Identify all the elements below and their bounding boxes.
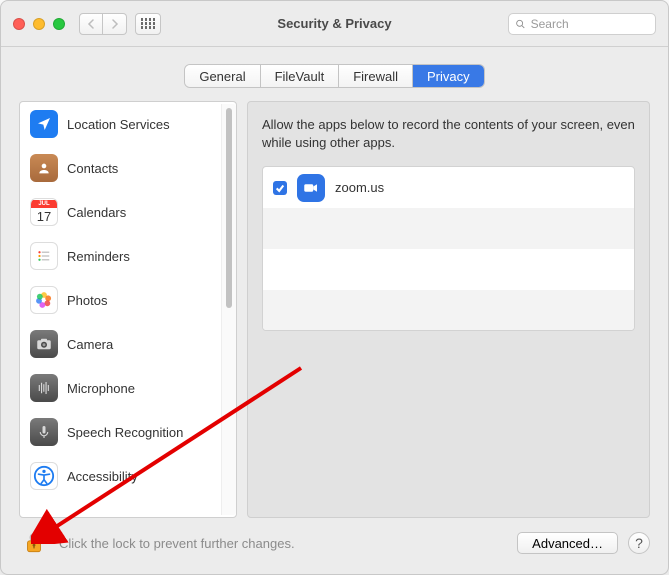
sidebar-item-calendars[interactable]: JUL 17 Calendars [20,190,221,234]
sidebar-item-location-services[interactable]: Location Services [20,102,221,146]
sidebar-item-label: Location Services [67,117,170,132]
lock-button[interactable] [19,528,49,558]
grid-icon [141,18,156,29]
search-field[interactable] [508,13,656,35]
search-input[interactable] [531,17,649,31]
tab-row: General FileVault Firewall Privacy [1,65,668,87]
zoom-app-icon [297,174,325,202]
sidebar-item-photos[interactable]: Photos [20,278,221,322]
titlebar: Security & Privacy [1,1,668,47]
sidebar-item-label: Speech Recognition [67,425,183,440]
sidebar-item-accessibility[interactable]: Accessibility [20,454,221,498]
microphone-icon [30,374,58,402]
window-controls [13,18,65,30]
lock-description: Click the lock to prevent further change… [59,536,295,551]
nav-buttons [79,13,127,35]
back-button[interactable] [79,13,103,35]
app-label: zoom.us [335,180,384,195]
fullscreen-window-button[interactable] [53,18,65,30]
chevron-right-icon [111,19,119,29]
sidebar-container: Location Services Contacts JUL 17 Calend… [19,101,237,518]
sidebar-item-label: Microphone [67,381,135,396]
app-list: zoom.us [262,166,635,331]
minimize-window-button[interactable] [33,18,45,30]
sidebar-item-label: Camera [67,337,113,352]
calendar-icon: JUL 17 [30,198,58,226]
tab-general[interactable]: General [185,65,260,87]
sidebar-item-camera[interactable]: Camera [20,322,221,366]
search-icon [515,18,526,30]
photos-icon [30,286,58,314]
camera-icon [30,330,58,358]
unlocked-lock-icon [21,530,47,556]
content-area: Location Services Contacts JUL 17 Calend… [1,87,668,518]
sidebar-item-label: Contacts [67,161,118,176]
checkmark-icon [275,183,285,193]
contacts-icon [30,154,58,182]
app-row-zoom[interactable]: zoom.us [263,167,634,208]
reminders-icon [30,242,58,270]
sidebar-item-microphone[interactable]: Microphone [20,366,221,410]
privacy-sidebar: Location Services Contacts JUL 17 Calend… [20,102,221,517]
show-all-button[interactable] [135,13,161,35]
sidebar-item-label: Calendars [67,205,126,220]
sidebar-scrollbar[interactable] [221,104,236,515]
footer: Click the lock to prevent further change… [1,518,668,574]
tab-privacy[interactable]: Privacy [413,65,484,87]
chevron-left-icon [87,19,95,29]
forward-button[interactable] [103,13,127,35]
scroll-thumb[interactable] [226,108,232,308]
speech-recognition-icon [30,418,58,446]
app-row-empty [263,290,634,331]
accessibility-icon [30,462,58,490]
segmented-control: General FileVault Firewall Privacy [185,65,483,87]
sidebar-item-reminders[interactable]: Reminders [20,234,221,278]
app-row-empty [263,208,634,249]
close-window-button[interactable] [13,18,25,30]
right-panel: Allow the apps below to record the conte… [247,101,650,518]
sidebar-item-label: Accessibility [67,469,138,484]
tab-filevault[interactable]: FileVault [261,65,340,87]
sidebar-item-label: Reminders [67,249,130,264]
panel-description: Allow the apps below to record the conte… [262,116,635,152]
location-icon [30,110,58,138]
preferences-window: Security & Privacy General FileVault Fir… [0,0,669,575]
app-row-empty [263,249,634,290]
sidebar-item-contacts[interactable]: Contacts [20,146,221,190]
app-checkbox[interactable] [273,181,287,195]
tab-firewall[interactable]: Firewall [339,65,413,87]
help-button[interactable]: ? [628,532,650,554]
sidebar-item-speech-recognition[interactable]: Speech Recognition [20,410,221,454]
advanced-button[interactable]: Advanced… [517,532,618,554]
sidebar-item-label: Photos [67,293,107,308]
